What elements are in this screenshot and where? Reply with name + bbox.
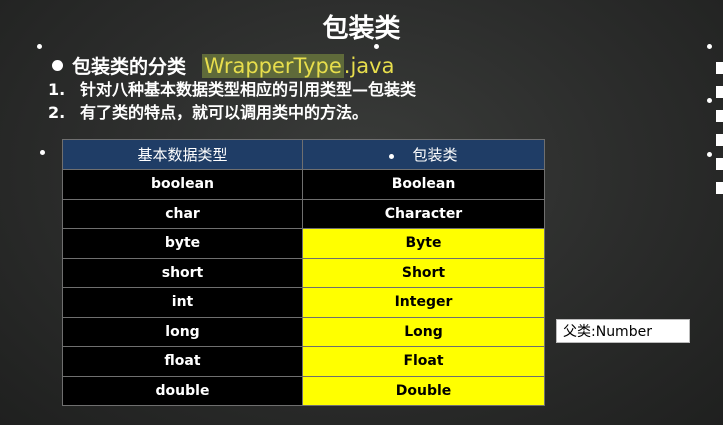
decorative-dot bbox=[707, 44, 712, 49]
bullet-icon bbox=[389, 153, 395, 159]
parent-class-note: 父类:Number bbox=[556, 319, 690, 343]
side-mark bbox=[716, 134, 723, 146]
side-mark bbox=[716, 182, 723, 194]
primitive-type-cell: boolean bbox=[62, 169, 303, 200]
primitive-type-cell: short bbox=[62, 257, 303, 288]
primitive-type-cell: byte bbox=[62, 228, 303, 259]
table-row: boolean Boolean bbox=[62, 169, 545, 200]
wrapper-class-cell: Integer bbox=[302, 287, 545, 318]
side-mark bbox=[716, 158, 723, 170]
table-row: short Short bbox=[62, 257, 545, 288]
table-row: char Character bbox=[62, 198, 545, 229]
side-mark bbox=[716, 86, 723, 98]
bullet-icon bbox=[52, 60, 63, 71]
table-row: float Float bbox=[62, 346, 545, 377]
filename-ext: .java bbox=[343, 53, 395, 78]
wrapper-class-cell: Character bbox=[302, 198, 545, 229]
primitive-type-cell: int bbox=[62, 287, 303, 318]
wrapper-class-cell: Boolean bbox=[302, 169, 545, 200]
list-item: 2. 有了类的特点，就可以调用类中的方法。 bbox=[48, 101, 416, 124]
wrapper-class-cell: Long bbox=[302, 316, 545, 347]
list-number: 2. bbox=[48, 103, 66, 122]
table-row: byte Byte bbox=[62, 228, 545, 259]
slide-title: 包装类 bbox=[322, 14, 401, 44]
list-item: 1. 针对八种基本数据类型相应的引用类型—包装类 bbox=[48, 78, 416, 101]
wrapper-class-cell: Byte bbox=[302, 228, 545, 259]
numbered-list: 1. 针对八种基本数据类型相应的引用类型—包装类 2. 有了类的特点，就可以调用… bbox=[48, 78, 416, 124]
section-heading: 包装类的分类 WrapperType.java bbox=[52, 52, 394, 79]
table-row: double Double bbox=[62, 375, 545, 406]
wrapper-class-cell: Float bbox=[302, 346, 545, 377]
heading-label: 包装类的分类 bbox=[72, 56, 187, 78]
table-row: long Long bbox=[62, 316, 545, 347]
decorative-dot bbox=[40, 150, 45, 155]
filename: WrapperType.java bbox=[202, 53, 395, 78]
list-text: 针对八种基本数据类型相应的引用类型—包装类 bbox=[80, 80, 417, 99]
primitive-type-cell: long bbox=[62, 316, 303, 347]
table-header-row: 基本数据类型 包装类 bbox=[62, 139, 545, 170]
primitive-type-cell: float bbox=[62, 346, 303, 377]
side-mark bbox=[716, 110, 723, 122]
decorative-dot bbox=[37, 44, 42, 49]
header-primitive-type: 基本数据类型 bbox=[62, 139, 303, 170]
decorative-dot bbox=[374, 44, 379, 49]
table-row: int Integer bbox=[62, 287, 545, 318]
primitive-type-cell: double bbox=[62, 375, 303, 406]
list-number: 1. bbox=[48, 80, 66, 99]
decorative-dot bbox=[707, 152, 712, 157]
decorative-dot bbox=[707, 98, 712, 103]
wrapper-class-cell: Double bbox=[302, 375, 545, 406]
header-wrapper-class: 包装类 bbox=[302, 139, 545, 170]
wrapper-class-cell: Short bbox=[302, 257, 545, 288]
side-mark bbox=[716, 62, 723, 74]
header-wrapper-label: 包装类 bbox=[412, 146, 458, 164]
list-text: 有了类的特点，就可以调用类中的方法。 bbox=[80, 103, 369, 122]
primitive-type-cell: char bbox=[62, 198, 303, 229]
wrapper-type-table: 基本数据类型 包装类 boolean Boolean char Character by… bbox=[62, 139, 545, 406]
side-marks bbox=[716, 62, 723, 206]
filename-highlight: WrapperType bbox=[202, 53, 344, 78]
